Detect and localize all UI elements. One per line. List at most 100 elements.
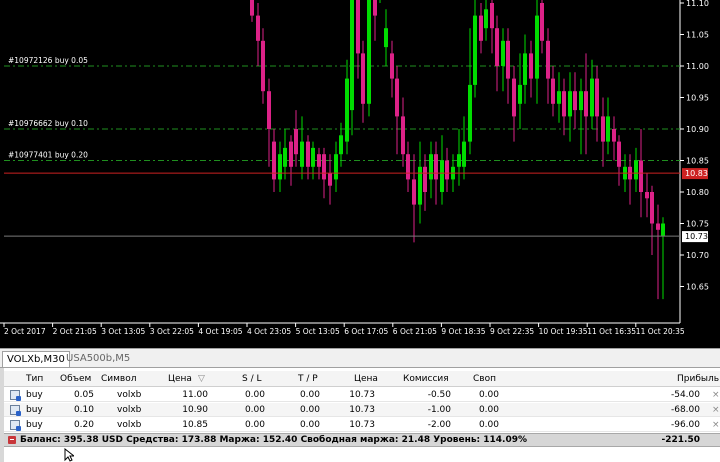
header-profit[interactable]: Прибыль [677, 372, 719, 386]
time-axis-label: 11 Oct 20:35 [636, 327, 685, 336]
candle-body [661, 223, 665, 237]
order-ticket-icon [10, 420, 21, 431]
candle-body [551, 78, 555, 104]
candle-body [601, 116, 605, 142]
header-price[interactable]: Цена [168, 372, 192, 386]
candle-body [584, 91, 588, 117]
candle-body [546, 40, 550, 79]
candle-body [634, 160, 638, 180]
time-axis-label: 4 Oct 19:05 [198, 327, 242, 336]
time-axis-label: 5 Oct 13:05 [296, 327, 340, 336]
header-stop-loss[interactable]: S / L [242, 372, 261, 386]
header-current-price[interactable]: Цена [354, 372, 378, 386]
candle-body [418, 166, 422, 205]
cell-cur-price: 10.73 [349, 405, 375, 415]
candle-body [345, 78, 349, 142]
candle-body [650, 192, 654, 224]
cell-cur-price: 10.73 [349, 390, 375, 400]
mouse-cursor-icon [64, 448, 74, 462]
position-row[interactable]: buy 0.20 volxb 10.85 0.00 0.00 10.73 -2.00 0.00 -… [4, 418, 720, 432]
candle-body [356, 0, 360, 54]
total-profit: -221.50 [661, 435, 700, 445]
candle-body [490, 3, 494, 29]
time-axis-label: 6 Oct 17:05 [344, 327, 388, 336]
time-axis-label: 2 Oct 2017 [4, 327, 46, 336]
candle-body [479, 15, 483, 41]
candle-body [579, 91, 583, 111]
header-commission[interactable]: Комиссия [403, 372, 449, 386]
position-row[interactable]: buy 0.10 volxb 10.90 0.00 0.00 10.73 -1.00 0.00 -… [4, 403, 720, 417]
header-take-profit[interactable]: T / P [298, 372, 318, 386]
candle-body [501, 40, 505, 66]
cell-type: buy [26, 405, 43, 415]
candle-body [339, 135, 343, 155]
cell-volume: 0.20 [73, 420, 94, 430]
cell-tp: 0.00 [299, 420, 320, 430]
close-position-icon[interactable]: × [712, 418, 720, 432]
candle-body [328, 173, 332, 186]
price-axis-label: 10.80 [686, 188, 709, 197]
table-header: Тип Объем Символ Цена ▽ S / L T / P Цена… [4, 371, 720, 387]
candle-body [434, 154, 438, 180]
time-axis-label: 9 Oct 22:35 [490, 327, 534, 336]
price-axis-label: 11.05 [686, 31, 709, 40]
candle-body [457, 154, 461, 167]
candle-body [512, 78, 516, 117]
price-axis-label: 11.10 [686, 0, 709, 8]
balance-icon [8, 436, 16, 444]
close-position-icon[interactable]: × [712, 388, 720, 402]
header-type[interactable]: Тип [26, 372, 43, 386]
price-axis-label: 10.75 [686, 220, 709, 229]
candle-body [361, 53, 365, 104]
candle-body [445, 160, 449, 180]
price-chart[interactable]: #10972126 buy 0.05 #10976662 buy 0.10 #109… [0, 0, 720, 348]
time-axis-label: 6 Oct 21:05 [393, 327, 437, 336]
cell-symbol: volxb [117, 420, 142, 430]
tab-usa500b-m5[interactable]: USA500b,M5 [62, 351, 134, 367]
header-swap[interactable]: Своп [473, 372, 496, 386]
current-price-badge-label: 10.73 [685, 232, 708, 241]
candle-body [350, 0, 354, 111]
cell-price: 11.00 [182, 390, 208, 400]
candle-body [462, 141, 466, 167]
cell-commission: -2.00 [427, 420, 451, 430]
candle-body [256, 15, 260, 41]
candle-body [390, 53, 394, 79]
candle-body [495, 28, 499, 66]
cell-profit: -54.00 [670, 390, 700, 400]
time-axis-label: 2 Oct 21:05 [53, 327, 97, 336]
cell-price: 10.85 [182, 420, 208, 430]
cell-swap: 0.00 [478, 405, 499, 415]
close-position-icon[interactable]: × [712, 403, 720, 417]
candle-body [468, 84, 472, 142]
header-volume[interactable]: Объем [60, 372, 91, 386]
cell-symbol: volxb [117, 405, 142, 415]
candle-body [272, 141, 276, 180]
price-axis-label: 11.00 [686, 62, 709, 71]
time-axis-label: 3 Oct 13:05 [101, 327, 145, 336]
candle-body [562, 91, 566, 117]
order-price-badge-label: 10.83 [685, 169, 708, 178]
header-symbol[interactable]: Символ [101, 372, 137, 386]
sort-indicator-icon: ▽ [198, 374, 205, 384]
time-axis-label: 3 Oct 22:05 [150, 327, 194, 336]
price-axis-label: 10.85 [686, 157, 709, 166]
cell-sl: 0.00 [244, 390, 265, 400]
candle-body [322, 154, 326, 180]
candle-body [568, 91, 572, 117]
cell-commission: -1.00 [427, 405, 451, 415]
candle-body [423, 166, 427, 192]
candle-body [518, 84, 522, 104]
candle-body [523, 53, 527, 85]
candle-body [484, 9, 488, 29]
tab-volxb-m30[interactable]: VOLXb,M30 [2, 351, 70, 367]
candle-body [573, 91, 577, 111]
chart-canvas[interactable]: #10972126 buy 0.05 #10976662 buy 0.10 #109… [0, 0, 720, 348]
position-row[interactable]: buy 0.05 volxb 11.00 0.00 0.00 10.73 -0.50 0.00 -… [4, 388, 720, 402]
cell-commission: -0.50 [427, 390, 451, 400]
account-summary-row: Баланс: 395.38 USD Средства: 173.88 Марж… [4, 433, 720, 447]
candle-body [267, 91, 271, 129]
cell-sl: 0.00 [244, 420, 265, 430]
time-axis-label: 9 Oct 18:35 [441, 327, 485, 336]
price-axis-label: 10.90 [686, 125, 709, 134]
